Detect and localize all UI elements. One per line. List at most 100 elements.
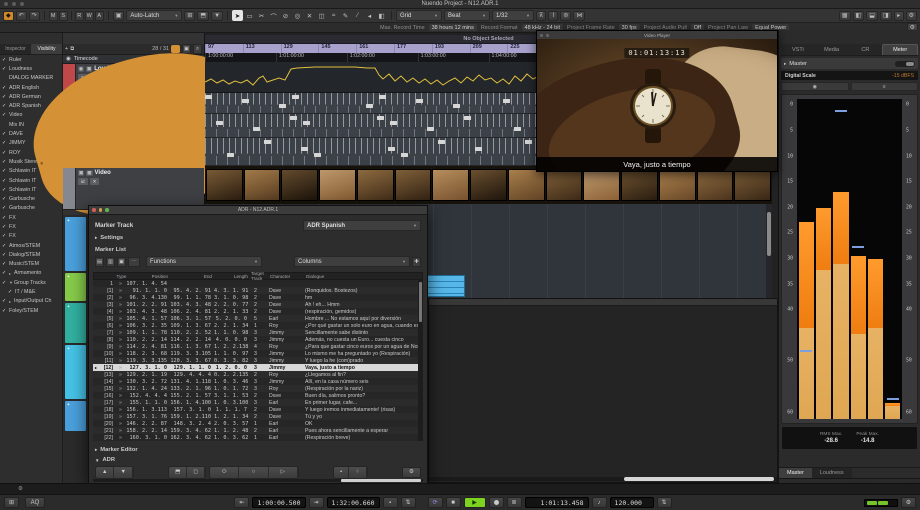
marker-row[interactable]: [1]»91. 1. 1. 095. 4. 2. 914. 3. 1. 912D… [93, 287, 418, 294]
check-icon[interactable]: ✓ [2, 85, 9, 91]
swap-locators-icon[interactable]: ⇅ [401, 497, 416, 508]
take-nav-[interactable]: ▲ [96, 467, 114, 478]
check-icon[interactable]: ✓ [2, 57, 9, 63]
iterative-quantize-icon[interactable]: ⊜ [560, 11, 571, 21]
check-icon[interactable]: ✓ [2, 168, 9, 174]
time-warp-tool[interactable]: ≈ [328, 10, 339, 21]
adr-marker[interactable] [379, 95, 386, 99]
adr-transport-button[interactable]: ⬭ [210, 467, 239, 478]
s-state-button[interactable]: S [59, 11, 68, 21]
marker-row[interactable]: [7]»109. 1. 1. 78110. 2. 2. 521. 1. 0. 9… [93, 329, 418, 336]
automation-mode-select[interactable]: Auto-Latch ▼ [126, 10, 182, 21]
tab-visibility[interactable]: Visibility [31, 44, 62, 54]
visibility-item-garbusche[interactable]: ✓Garbusche [0, 204, 62, 213]
marker-row[interactable]: [17]»155. 1. 1. 0156. 1. 4.1001. 0. 3.10… [93, 399, 418, 406]
lower-zone-icon[interactable]: ⬓ [866, 11, 878, 21]
adr-marker[interactable] [314, 153, 321, 157]
max-record-time-value[interactable]: 38 hours 12 mins [429, 24, 477, 31]
marker-row[interactable]: ▸[12]»127. 3. 1. 0129. 1. 1. 01. 2. 0. 0… [93, 364, 418, 371]
adr-mode-button[interactable]: ⬒ [169, 467, 187, 478]
check-icon[interactable]: ✓ [2, 159, 9, 165]
video-thumbnail[interactable] [357, 169, 394, 201]
marker-row[interactable]: [20]»146. 2. 2. 87148. 3. 2. 42. 0. 3. 5… [93, 420, 418, 427]
adr-marker[interactable] [416, 99, 423, 103]
right-zone-icon[interactable]: ◨ [880, 11, 892, 21]
video-thumbnail[interactable] [546, 169, 583, 201]
check-icon[interactable]: ✓ [2, 224, 9, 230]
adr-marker[interactable] [301, 147, 308, 151]
lock-icon[interactable]: ▪ [383, 497, 398, 508]
tempo-spin-icon[interactable]: ⇅ [657, 497, 672, 508]
adr-option-button[interactable]: ⁘ [349, 467, 367, 478]
adr-option-button[interactable]: ▪ [334, 467, 349, 478]
adr-marker[interactable] [227, 153, 234, 157]
functions-select[interactable]: Functions ▼ [146, 256, 262, 267]
auto-crossfade-icon[interactable]: ⋈ [573, 11, 585, 21]
video-thumbnail[interactable] [206, 169, 243, 201]
snap-grid-select[interactable]: Grid ▼ [396, 10, 442, 21]
add-marker-icon[interactable]: ✚ [412, 257, 421, 267]
a-state-button[interactable]: A [95, 11, 104, 21]
play-tool[interactable]: ◂ [364, 10, 375, 21]
check-icon[interactable]: ✓ [2, 196, 9, 202]
w-state-button[interactable]: W [85, 11, 94, 21]
visibility-item-loudness[interactable]: ✓Loudness [0, 64, 62, 73]
col-end[interactable]: End [171, 274, 215, 279]
cycle-button[interactable]: ⟳ [428, 497, 443, 508]
play-button[interactable]: ▶ [464, 497, 486, 508]
adr-setup-gear-icon[interactable]: ⚙ [402, 467, 421, 478]
snap-type-icon[interactable]: ⌇ [548, 11, 558, 21]
col-length[interactable]: Length [215, 274, 251, 279]
visibility-item-dialog-stem[interactable]: ✓Dialog/STEM [0, 250, 62, 259]
visibility-item-it-m-e[interactable]: ✓IT / M&E [0, 287, 62, 296]
filter-takes-icon[interactable]: ▤ [95, 257, 104, 267]
adr-marker[interactable] [388, 147, 395, 151]
mixconsole-titlebar[interactable] [429, 299, 777, 306]
visibility-item-foley-stem[interactable]: ✓Foley/STEM [0, 306, 62, 315]
automation-panel-icon[interactable]: ⊞ [184, 11, 195, 21]
duplicate-track-icon[interactable]: ⧉ [70, 46, 74, 53]
visibility-item-group-tracks[interactable]: ✓▼Group Tracks [0, 278, 62, 287]
check-icon[interactable]: ✓ [2, 140, 9, 146]
track-icon[interactable]: ▦ [86, 170, 92, 176]
video-thumbnail[interactable] [470, 169, 507, 201]
adr-marker[interactable] [401, 153, 408, 157]
line-tool[interactable]: ∕ [352, 10, 363, 21]
track-stub[interactable]: + [65, 273, 86, 301]
check-icon[interactable]: ✓ [2, 233, 9, 239]
go-right-locator-icon[interactable]: ⇥ [309, 497, 324, 508]
master-section-header[interactable]: ▸ Master [781, 58, 918, 69]
tab-inspector[interactable]: Inspector [0, 44, 31, 54]
marker-row[interactable]: [4]»103. 4. 3. 48106. 2. 4. 812. 2. 1. 3… [93, 308, 418, 315]
check-icon[interactable]: ✓ [2, 103, 9, 109]
video-thumbnail[interactable] [244, 169, 281, 201]
snap-icon[interactable]: ⊼ [536, 11, 546, 21]
video-thumbnail[interactable] [432, 169, 469, 201]
stop-button[interactable]: ■ [446, 497, 461, 508]
primary-time-display[interactable]: 1:01:13.458 [525, 497, 589, 508]
adr-titlebar[interactable]: ADR - N12.ADR.1 [89, 206, 427, 215]
track-stub[interactable]: + [65, 217, 86, 271]
col-type[interactable]: Type [116, 274, 127, 279]
quantize-select[interactable]: 1/32 ▼ [492, 10, 534, 21]
adr-window[interactable]: ADR - N12.ADR.1 Marker Track ADR Spanish… [88, 205, 428, 484]
marker-row[interactable]: [19]»157. 3. 1. 76159. 1. 2.1101. 2. 1. … [93, 413, 418, 420]
col-character[interactable]: Character [262, 274, 304, 279]
visibility-item-fx[interactable]: ✓FX [0, 213, 62, 222]
visibility-item-ruler[interactable]: ✓Ruler [0, 55, 62, 64]
video-thumbnail[interactable] [697, 169, 734, 201]
settings-section[interactable]: ▸ Settings [95, 235, 123, 241]
undo-icon[interactable]: ↶ [16, 11, 27, 21]
automation-icon[interactable]: ▣ [113, 11, 125, 21]
check-icon[interactable]: ✓ [2, 178, 9, 184]
adr-marker[interactable] [290, 116, 297, 120]
check-icon[interactable]: ✓ [2, 66, 9, 72]
hub-icon[interactable]: ◆ [3, 11, 14, 21]
adr-marker[interactable] [303, 121, 310, 125]
tempo-note-icon[interactable]: ♪ [592, 497, 607, 508]
adr-marker[interactable] [453, 104, 460, 108]
setup-gear-icon[interactable]: ⚙ [906, 11, 917, 21]
track-button-e[interactable]: e [76, 142, 204, 167]
adr-marker[interactable] [216, 121, 223, 125]
visibility-item-fx[interactable]: ✓FX [0, 222, 62, 231]
